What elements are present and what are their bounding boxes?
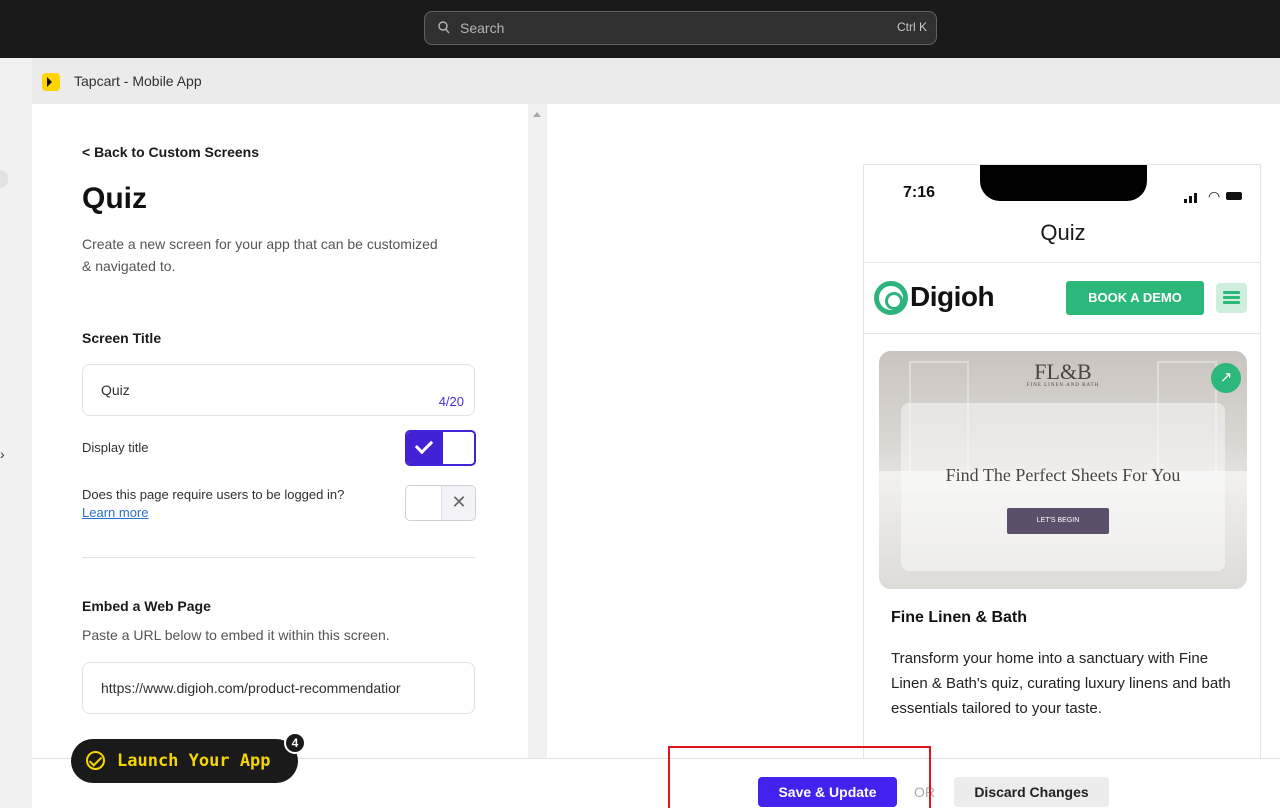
check-circle-icon bbox=[86, 751, 105, 770]
page-description: Create a new screen for your app that ca… bbox=[82, 236, 438, 274]
embed-url-value: https://www.digioh.com/product-recommend… bbox=[101, 680, 401, 696]
embedded-site-header: Digioh BOOK A DEMO bbox=[864, 262, 1260, 334]
login-required-toggle[interactable]: ✕ bbox=[405, 485, 476, 521]
app-title-bar: Tapcart - Mobile App bbox=[32, 58, 1280, 104]
display-title-toggle[interactable] bbox=[405, 430, 476, 466]
discard-changes-button[interactable]: Discard Changes bbox=[954, 777, 1109, 807]
scroll-up-arrow-icon[interactable] bbox=[533, 112, 541, 117]
hamburger-menu-icon[interactable] bbox=[1216, 283, 1247, 313]
hero-heading: Find The Perfect Sheets For You bbox=[945, 465, 1181, 485]
learn-more-link[interactable]: Learn more bbox=[82, 505, 148, 520]
hero-brand-logo: FL&B bbox=[1034, 359, 1092, 384]
embed-help-text: Paste a URL below to embed it within thi… bbox=[82, 627, 390, 643]
edge-chevron-icon: › bbox=[0, 446, 5, 462]
embed-web-page-label: Embed a Web Page bbox=[82, 598, 211, 614]
screen-title-input[interactable]: Quiz 4/20 bbox=[82, 364, 475, 416]
hero-image[interactable]: FL&B FINE LINEN AND BATH Find The Perfec… bbox=[879, 351, 1247, 589]
preview-area: 7:16 ◠ Quiz Digioh BOOK A DEMO FL&B FINE… bbox=[547, 104, 1280, 764]
search-box[interactable]: Search Ctrl K bbox=[424, 11, 937, 45]
page-title: Quiz bbox=[82, 182, 147, 215]
battery-icon bbox=[1226, 192, 1242, 200]
close-icon: ✕ bbox=[451, 492, 467, 512]
search-placeholder: Search bbox=[460, 20, 505, 36]
search-icon bbox=[438, 21, 450, 38]
screen-title-value: Quiz bbox=[101, 382, 130, 398]
display-title-label: Display title bbox=[82, 440, 149, 455]
sidebar-collapse-handle[interactable] bbox=[0, 170, 8, 188]
editor-scrollbar[interactable] bbox=[528, 104, 546, 758]
card-description: Transform your home into a sanctuary wit… bbox=[891, 650, 1231, 717]
top-bar: Search Ctrl K bbox=[0, 0, 1280, 58]
back-to-custom-screens-link[interactable]: < Back to Custom Screens bbox=[82, 144, 259, 160]
character-counter: 4/20 bbox=[438, 394, 464, 409]
search-shortcut: Ctrl K bbox=[897, 20, 927, 34]
card-title: Fine Linen & Bath bbox=[891, 609, 1027, 626]
embed-url-input[interactable]: https://www.digioh.com/product-recommend… bbox=[82, 662, 475, 714]
lets-begin-button[interactable]: LET'S BEGIN bbox=[1007, 508, 1109, 534]
external-link-icon[interactable]: ↗ bbox=[1211, 363, 1241, 393]
screen-title-label: Screen Title bbox=[82, 330, 162, 346]
phone-preview: 7:16 ◠ Quiz Digioh BOOK A DEMO FL&B FINE… bbox=[863, 164, 1261, 764]
digioh-logo-text: Digioh bbox=[910, 281, 995, 312]
editor-panel: < Back to Custom Screens Quiz Create a n… bbox=[32, 104, 528, 808]
hero-brand-subtitle: FINE LINEN AND BATH bbox=[1026, 383, 1100, 388]
signal-icon bbox=[1184, 199, 1187, 203]
app-title[interactable]: Tapcart - Mobile App bbox=[74, 73, 202, 89]
preview-screen-title: Quiz bbox=[1040, 220, 1086, 245]
highlight-annotation-box bbox=[668, 746, 931, 808]
book-a-demo-button[interactable]: BOOK A DEMO bbox=[1066, 281, 1204, 315]
hero-overlay bbox=[901, 403, 1225, 571]
launch-label: Launch Your App bbox=[117, 751, 271, 771]
phone-notch bbox=[980, 165, 1147, 201]
section-divider bbox=[82, 557, 475, 558]
login-required-label: Does this page require users to be logge… bbox=[82, 487, 345, 502]
status-time: 7:16 bbox=[903, 184, 936, 201]
wifi-icon: ◠ bbox=[1208, 188, 1221, 204]
status-icons: ◠ bbox=[1184, 188, 1244, 204]
launch-your-app-button[interactable]: Launch Your App bbox=[71, 739, 298, 783]
tapcart-logo-icon bbox=[42, 73, 60, 91]
digioh-logo-icon bbox=[874, 281, 908, 315]
left-edge: › bbox=[0, 58, 32, 808]
launch-count-badge: 4 bbox=[284, 732, 306, 754]
